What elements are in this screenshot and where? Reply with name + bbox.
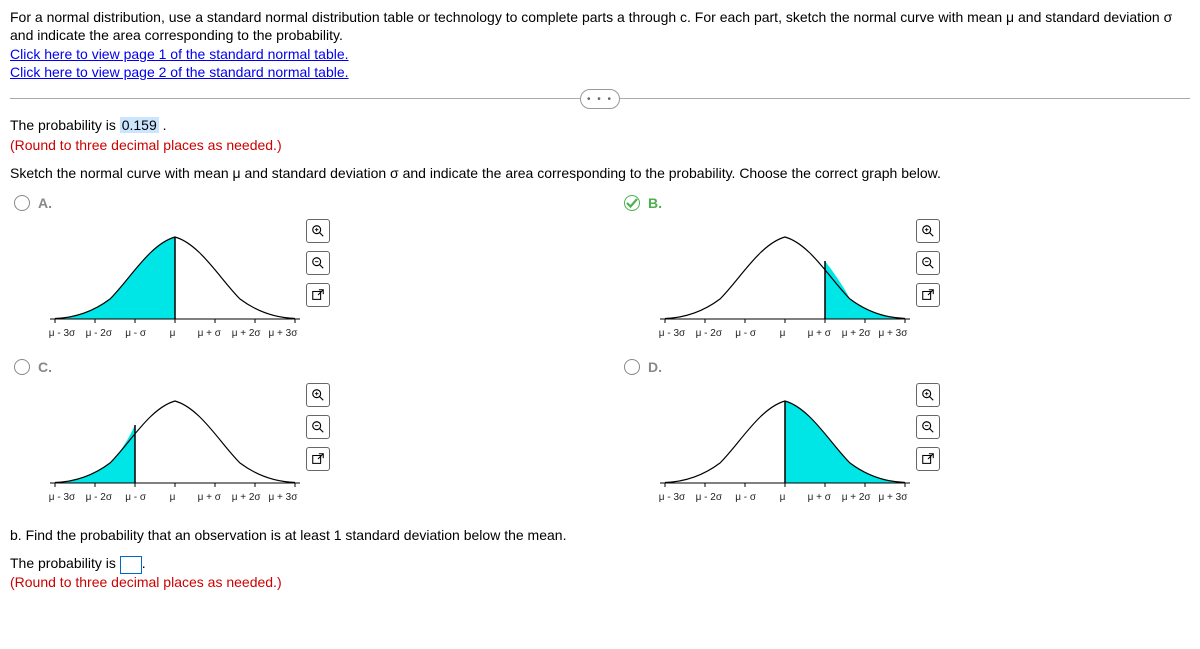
part-b-answer-line: The probability is . <box>10 555 1190 573</box>
part-b-suffix: . <box>142 555 146 571</box>
graph-a: μ - 3σμ - 2σμ - σμμ + σμ + 2σμ + 3σ <box>40 219 440 349</box>
popout-icon[interactable] <box>306 447 330 471</box>
choice-b: B. μ - 3σμ - 2σμ - σμμ + σμ + 2σμ + 3σ <box>620 195 1190 349</box>
section-divider: • • • <box>10 98 1190 99</box>
graph-d: μ - 3σμ - 2σμ - σμμ + σμ + 2σμ + 3σ <box>650 383 1050 513</box>
part-b-prefix: The probability is <box>10 555 120 571</box>
part-b-question: b. Find the probability that an observat… <box>10 527 1190 543</box>
radio-c[interactable] <box>14 359 30 375</box>
link-table-page2[interactable]: Click here to view page 2 of the standar… <box>10 64 349 80</box>
intro-text: For a normal distribution, use a standar… <box>10 8 1190 44</box>
graph-controls-c <box>306 383 330 471</box>
zoom-out-icon[interactable] <box>306 251 330 275</box>
choice-d: D. μ - 3σμ - 2σμ - σμμ + σμ + 2σμ + 3σ <box>620 359 1190 513</box>
popout-icon[interactable] <box>916 283 940 307</box>
graph-controls-a <box>306 219 330 307</box>
zoom-in-icon[interactable] <box>306 219 330 243</box>
popout-icon[interactable] <box>306 283 330 307</box>
graph-controls-b <box>916 219 940 307</box>
choice-label-b: B. <box>648 195 662 211</box>
zoom-out-icon[interactable] <box>916 251 940 275</box>
checkmark-icon <box>625 196 639 210</box>
normal-curve-d <box>650 383 920 493</box>
choice-c: C. μ - 3σμ - 2σμ - σμμ + σμ + 2σμ + 3σ <box>10 359 580 513</box>
graph-controls-d <box>916 383 940 471</box>
popout-icon[interactable] <box>916 447 940 471</box>
sketch-instruction: Sketch the normal curve with mean μ and … <box>10 165 1190 181</box>
radio-a[interactable] <box>14 195 30 211</box>
choice-a: A. μ - 3σμ - 2σμ - σμμ + σμ + 2σμ + 3σ <box>10 195 580 349</box>
radio-b[interactable] <box>624 195 640 211</box>
zoom-in-icon[interactable] <box>916 383 940 407</box>
radio-d[interactable] <box>624 359 640 375</box>
part-b-hint: (Round to three decimal places as needed… <box>10 574 1190 590</box>
normal-curve-c <box>40 383 310 493</box>
tick-labels-a: μ - 3σμ - 2σμ - σμμ + σμ + 2σμ + 3σ <box>40 328 300 339</box>
zoom-out-icon[interactable] <box>916 415 940 439</box>
normal-curve-b <box>650 219 920 329</box>
probability-input[interactable] <box>120 556 142 574</box>
choice-label-c: C. <box>38 359 52 375</box>
choice-label-a: A. <box>38 195 52 211</box>
graph-c: μ - 3σμ - 2σμ - σμμ + σμ + 2σμ + 3σ <box>40 383 440 513</box>
zoom-in-icon[interactable] <box>306 383 330 407</box>
round-hint: (Round to three decimal places as needed… <box>10 137 1190 153</box>
choice-label-d: D. <box>648 359 662 375</box>
tick-labels-b: μ - 3σμ - 2σμ - σμμ + σμ + 2σμ + 3σ <box>650 328 910 339</box>
tick-labels-d: μ - 3σμ - 2σμ - σμμ + σμ + 2σμ + 3σ <box>650 492 910 503</box>
probability-value: 0.159 <box>120 117 159 133</box>
link-table-page1[interactable]: Click here to view page 1 of the standar… <box>10 46 349 62</box>
normal-curve-a <box>40 219 310 329</box>
probability-statement: The probability is 0.159 . <box>10 117 1190 133</box>
zoom-out-icon[interactable] <box>306 415 330 439</box>
zoom-in-icon[interactable] <box>916 219 940 243</box>
part-b: b. Find the probability that an observat… <box>10 527 1190 589</box>
probability-suffix: . <box>159 117 167 133</box>
expand-toggle[interactable]: • • • <box>580 89 620 109</box>
tick-labels-c: μ - 3σμ - 2σμ - σμμ + σμ + 2σμ + 3σ <box>40 492 300 503</box>
probability-prefix: The probability is <box>10 117 120 133</box>
graph-b: μ - 3σμ - 2σμ - σμμ + σμ + 2σμ + 3σ <box>650 219 1050 349</box>
choice-grid: A. μ - 3σμ - 2σμ - σμμ + σμ + 2σμ + 3σ <box>10 195 1190 513</box>
